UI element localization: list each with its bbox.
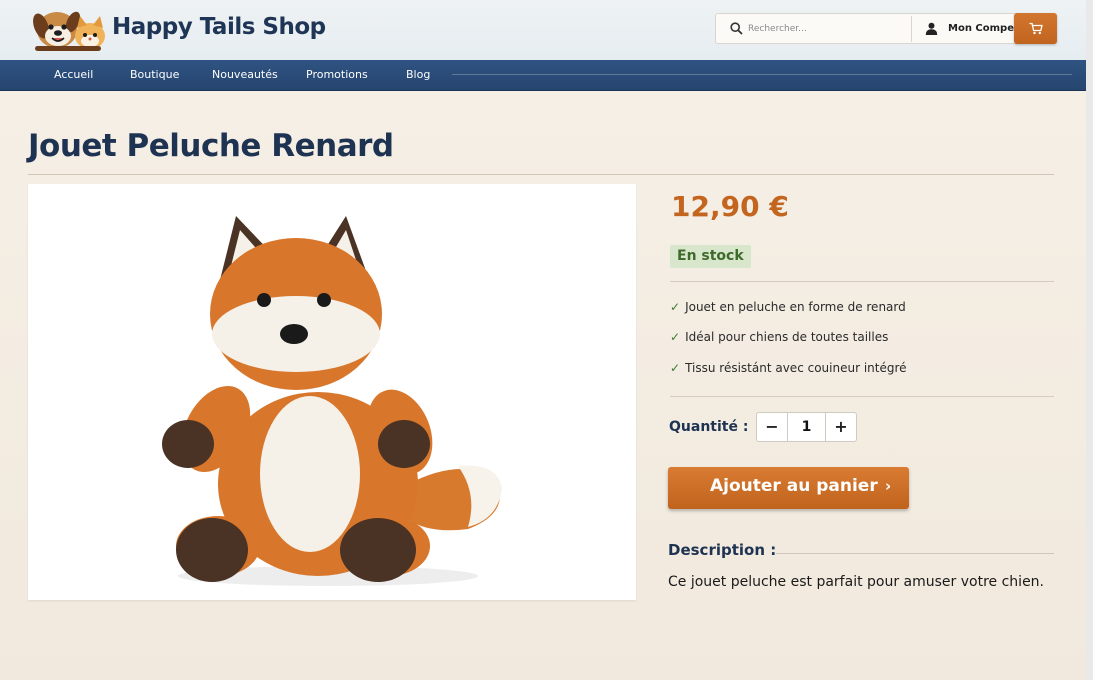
feature-text: Jouet en peluche en forme de renard: [685, 300, 906, 314]
header-toolbar: Mon Compe: [715, 13, 1031, 44]
nav-item-nouveautes[interactable]: Nouveautés: [212, 68, 278, 81]
feature-item: ✓ Tissu résistánt avec couineur intégré: [670, 361, 907, 375]
quantity-input[interactable]: [788, 413, 825, 441]
window-edge: [1086, 0, 1093, 680]
product-title: Jouet Peluche Renard: [28, 128, 394, 164]
brand-name[interactable]: Happy Tails Shop: [112, 14, 326, 40]
feature-text: Idéal pour chiens de toutes tailles: [685, 330, 889, 344]
feature-item: ✓ Idéal pour chiens de toutes tailles: [670, 330, 888, 344]
feature-text: Tissu résistánt avec couineur intégré: [685, 361, 907, 375]
title-divider: [28, 174, 1054, 175]
search-input[interactable]: [748, 20, 908, 38]
nav-item-promotions[interactable]: Promotions: [306, 68, 368, 81]
toolbar-divider: [911, 16, 912, 42]
check-icon: ✓: [670, 361, 681, 375]
search-icon[interactable]: [730, 22, 743, 35]
check-icon: ✓: [670, 330, 681, 344]
product-image[interactable]: [28, 184, 636, 600]
add-to-cart-label: Ajouter au panier: [710, 476, 878, 496]
account-link[interactable]: Mon Compe: [948, 23, 1014, 34]
nav-item-boutique[interactable]: Boutique: [130, 68, 179, 81]
fox-plush-illustration: [162, 216, 502, 586]
section-divider: [670, 396, 1054, 397]
description-text: Ce jouet peluche est parfait pour amuser…: [668, 574, 1045, 590]
quantity-label: Quantité :: [669, 419, 749, 435]
nav-item-accueil[interactable]: Accueil: [54, 68, 93, 81]
product-price: 12,90 €: [671, 190, 789, 223]
feature-item: ✓ Jouet en peluche en forme de renard: [670, 300, 906, 314]
stock-badge: En stock: [670, 245, 751, 268]
cart-icon: [1029, 22, 1043, 35]
check-icon: ✓: [670, 300, 681, 314]
site-header: Happy Tails Shop Mon Compe: [0, 0, 1086, 60]
nav-item-blog[interactable]: Blog: [406, 68, 430, 81]
description-divider: [776, 553, 1054, 554]
quantity-stepper: − +: [756, 412, 857, 442]
main-nav: Accueil Boutique Nouveautés Promotions B…: [0, 60, 1086, 91]
description-heading: Description :: [668, 541, 777, 559]
quantity-increase-button[interactable]: +: [825, 413, 856, 441]
quantity-decrease-button[interactable]: −: [757, 413, 788, 441]
add-to-cart-button[interactable]: Ajouter au panier ›: [668, 467, 909, 509]
user-icon[interactable]: [925, 22, 938, 35]
section-divider: [670, 281, 1054, 282]
chevron-right-icon: ›: [885, 477, 892, 495]
nav-decor-line: [452, 74, 1072, 75]
dog-cat-logo-icon[interactable]: [27, 6, 109, 52]
cart-button[interactable]: [1014, 13, 1057, 44]
